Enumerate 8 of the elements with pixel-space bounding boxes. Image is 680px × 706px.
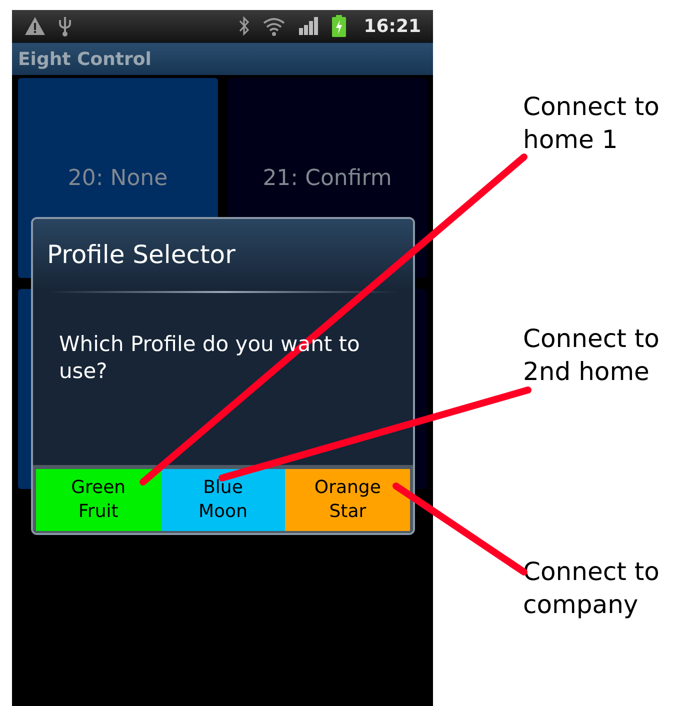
app-title: Eight Control bbox=[18, 48, 152, 72]
profile-button[interactable]: Green Fruit bbox=[36, 469, 161, 531]
profile-button[interactable]: Orange Star bbox=[285, 469, 410, 531]
profile-button[interactable]: Blue Moon bbox=[160, 469, 286, 531]
status-time: 16:21 bbox=[364, 14, 421, 38]
annotation-label: Connect to home 1 bbox=[523, 91, 660, 156]
annotation-label: Connect to 2nd home bbox=[523, 323, 660, 388]
annotation-label: Connect to company bbox=[523, 556, 660, 621]
